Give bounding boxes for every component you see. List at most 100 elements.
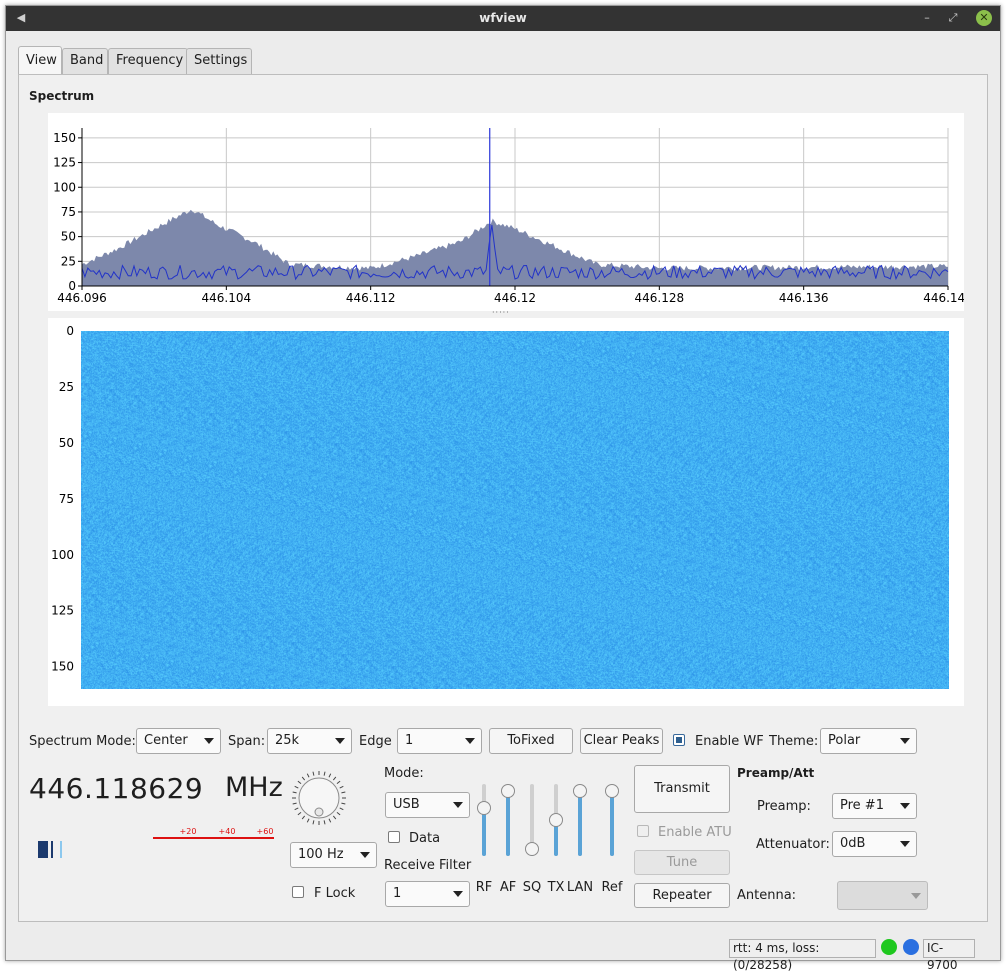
- preamp-select[interactable]: Pre #1: [832, 793, 917, 819]
- knob-tick: [341, 791, 346, 794]
- meter-label-40: +40: [219, 827, 236, 836]
- knob-tick: [306, 773, 310, 778]
- spectrum-section-title: Spectrum: [29, 89, 95, 103]
- tab-band[interactable]: Band: [62, 48, 108, 74]
- knob-tick: [297, 811, 302, 816]
- spectrum-plot[interactable]: 1501251007550250 446.096 446.104 446.112 44…: [48, 113, 964, 311]
- splitter-handle[interactable]: ·····: [492, 309, 518, 317]
- meter-label-20: +20: [180, 827, 197, 836]
- spectrum-y-tick-label: 125: [53, 156, 76, 170]
- mode-select[interactable]: USB: [385, 792, 470, 818]
- knob-tick: [294, 807, 299, 811]
- slider-knob-ref[interactable]: [605, 784, 619, 798]
- edge-label: Edge: [359, 734, 392, 749]
- theme-label: Theme:: [769, 734, 819, 749]
- chevron-down-icon: [335, 738, 345, 744]
- span-value: 25k: [275, 733, 300, 748]
- spectrum-x-tick-label: 446.128: [635, 291, 685, 305]
- meter-label-60: +60: [257, 827, 274, 836]
- knob-tick: [323, 820, 326, 825]
- spectrum-y-tick-label: 25: [61, 254, 76, 268]
- knob-tick: [301, 776, 306, 781]
- waterfall-y-tick-label: 25: [59, 380, 74, 394]
- chevron-down-icon: [204, 738, 214, 744]
- knob-tick: [312, 771, 315, 776]
- status-bar: rtt: 4 ms, loss: (0/28258) IC-9700: [6, 936, 1000, 972]
- knob-tick: [339, 807, 344, 811]
- close-icon[interactable]: ✕: [976, 10, 992, 26]
- meter-bar: [38, 841, 48, 858]
- spectrum-y-tick-label: 150: [53, 131, 76, 145]
- attenuator-value: 0dB: [840, 836, 866, 851]
- tab-frequency[interactable]: Frequency: [108, 48, 188, 74]
- tuning-step-select[interactable]: 100 Hz: [290, 842, 377, 868]
- receive-filter-select[interactable]: 1: [385, 881, 470, 907]
- spectrum-mode-value: Center: [144, 733, 188, 748]
- spectrum-x-tick-label: 446.112: [346, 291, 396, 305]
- waterfall-display[interactable]: [81, 331, 949, 689]
- activity-led: [903, 939, 919, 955]
- tab-view[interactable]: View: [18, 46, 62, 74]
- chevron-down-icon: [911, 893, 921, 899]
- knob-tick: [332, 815, 337, 820]
- mode-label: Mode:: [384, 766, 424, 781]
- chevron-down-icon: [900, 738, 910, 744]
- slider-knob-lan[interactable]: [573, 784, 587, 798]
- spectrum-x-tick-label: 446.104: [202, 291, 252, 305]
- chevron-down-icon: [453, 802, 463, 808]
- tuning-step-value: 100 Hz: [298, 847, 344, 862]
- enable-wf-checkbox[interactable]: [673, 734, 685, 746]
- spectrum-y-tick-label: 100: [53, 180, 76, 194]
- theme-select[interactable]: Polar: [820, 728, 917, 754]
- data-label: Data: [409, 831, 441, 846]
- knob-tick: [336, 811, 341, 816]
- to-fixed-button[interactable]: ToFixed: [489, 728, 573, 754]
- knob-tick: [323, 771, 326, 776]
- tab-settings[interactable]: Settings: [186, 48, 252, 74]
- tune-button[interactable]: Tune: [634, 850, 730, 875]
- theme-value: Polar: [828, 733, 861, 748]
- chevron-down-icon: [360, 852, 370, 858]
- spectrum-mode-select[interactable]: Center: [136, 728, 221, 754]
- knob-tick: [339, 785, 344, 789]
- knob-tick: [341, 802, 346, 805]
- tuning-knob[interactable]: [289, 771, 349, 827]
- knob-indicator-icon: [314, 807, 324, 817]
- maximize-icon[interactable]: ⤢: [946, 11, 960, 25]
- knob-tick: [328, 773, 332, 778]
- frequency-display[interactable]: 446.118629: [29, 772, 203, 805]
- flock-checkbox[interactable]: [292, 886, 304, 898]
- slider-knob-tx[interactable]: [549, 813, 563, 827]
- edge-value: 1: [405, 733, 414, 748]
- slider-knob-sq[interactable]: [525, 842, 539, 856]
- spectrum-x-tick-label: 446.136: [779, 291, 829, 305]
- chevron-down-icon: [465, 738, 475, 744]
- chevron-down-icon: [453, 891, 463, 897]
- slider-knob-af[interactable]: [501, 784, 515, 798]
- connection-led: [881, 939, 897, 955]
- transmit-button[interactable]: Transmit: [634, 765, 730, 813]
- slider-label-ref: Ref: [601, 880, 623, 895]
- repeater-button[interactable]: Repeater: [634, 883, 730, 908]
- span-select[interactable]: 25k: [267, 728, 352, 754]
- minimize-icon[interactable]: –: [920, 11, 934, 25]
- attenuator-select[interactable]: 0dB: [832, 831, 917, 857]
- radio-model: IC-9700: [923, 939, 975, 972]
- clear-peaks-button[interactable]: Clear Peaks: [580, 728, 663, 754]
- enable-atu-checkbox[interactable]: [637, 825, 649, 837]
- waterfall-y-axis: 0 25 50 75 100 125 150: [51, 324, 74, 674]
- preamp-att-title: Preamp/Att: [737, 766, 815, 780]
- knob-tick: [312, 820, 315, 825]
- data-checkbox[interactable]: [388, 831, 400, 843]
- slider-fill-rf: [482, 808, 486, 856]
- antenna-select[interactable]: [837, 881, 928, 910]
- chevron-down-icon: [900, 803, 910, 809]
- spectrum-x-tick-label: 446.096: [57, 291, 107, 305]
- knob-tick: [292, 802, 297, 805]
- preamp-value: Pre #1: [840, 798, 884, 813]
- edge-select[interactable]: 1: [397, 728, 482, 754]
- flock-label: F Lock: [314, 886, 356, 901]
- waterfall-y-tick-label: 75: [59, 492, 74, 506]
- enable-atu-label: Enable ATU: [658, 825, 732, 840]
- spectrum-y-tick-label: 50: [61, 230, 76, 244]
